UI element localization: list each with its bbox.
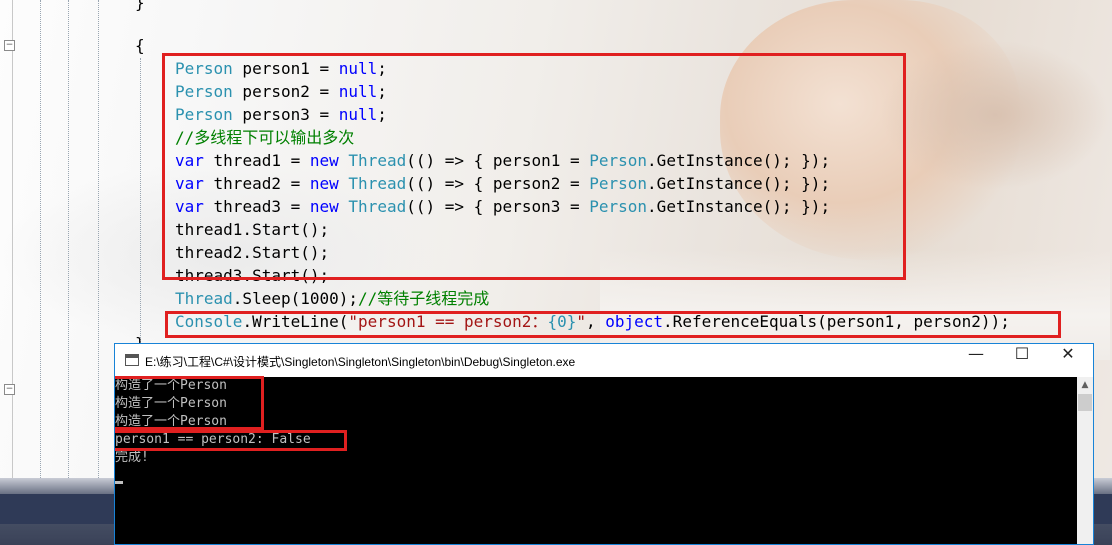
console-cursor: [115, 481, 123, 484]
console-line: 完成!: [115, 450, 149, 465]
close-icon[interactable]: ✕: [1045, 344, 1091, 377]
code-token: //等待子线程完成: [358, 289, 490, 308]
code-token: .Sleep(1000);: [232, 289, 359, 308]
indent-guide: [68, 0, 69, 478]
highlight-box: [115, 376, 264, 430]
outline-margin: [12, 0, 13, 478]
indent-guide: [98, 0, 99, 478]
highlight-box: [162, 53, 906, 280]
background-image: [880, 40, 1110, 190]
scroll-thumb[interactable]: [1078, 394, 1092, 411]
collapse-minus-icon[interactable]: −: [4, 40, 15, 51]
code-line[interactable]: Thread.Sleep(1000);//等待子线程完成: [175, 288, 489, 310]
scroll-up-icon[interactable]: ▲: [1077, 377, 1093, 393]
console-window-icon: [125, 354, 139, 366]
minimize-icon[interactable]: —: [953, 344, 999, 377]
highlight-box: [165, 311, 1061, 338]
indent-guide: [40, 0, 41, 478]
maximize-icon[interactable]: ☐: [999, 344, 1045, 377]
highlight-box: [115, 430, 347, 451]
console-title: E:\练习\工程\C#\设计模式\Singleton\Singleton\Sin…: [145, 355, 576, 369]
console-titlebar[interactable]: E:\练习\工程\C#\设计模式\Singleton\Singleton\Sin…: [115, 344, 1093, 377]
indent-guide: [140, 58, 141, 344]
console-scrollbar[interactable]: ▲: [1077, 377, 1093, 544]
console-window[interactable]: E:\练习\工程\C#\设计模式\Singleton\Singleton\Sin…: [114, 343, 1094, 545]
code-token: Thread: [175, 289, 233, 308]
code-brace: {: [135, 36, 145, 55]
collapse-minus-icon[interactable]: −: [4, 384, 15, 395]
code-brace: }: [135, 0, 145, 12]
